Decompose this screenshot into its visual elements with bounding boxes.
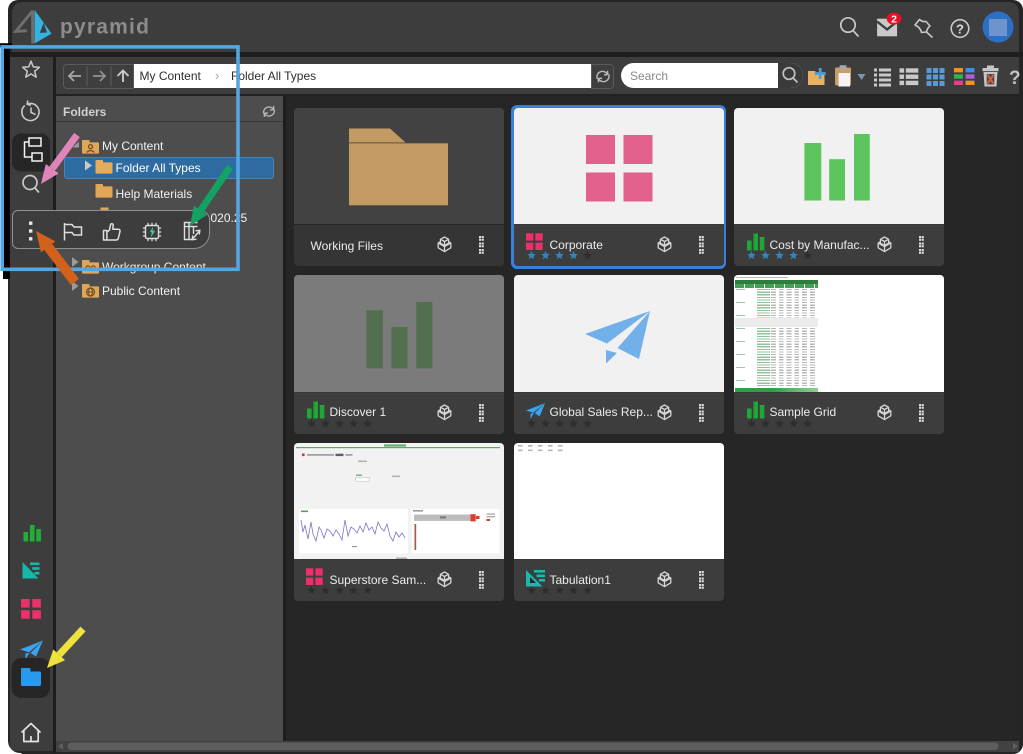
- svg-text:?: ?: [1009, 68, 1020, 89]
- svg-text:2: 2: [891, 13, 897, 25]
- svg-text:?: ?: [956, 22, 964, 37]
- svg-text:pyramid: pyramid: [60, 16, 150, 39]
